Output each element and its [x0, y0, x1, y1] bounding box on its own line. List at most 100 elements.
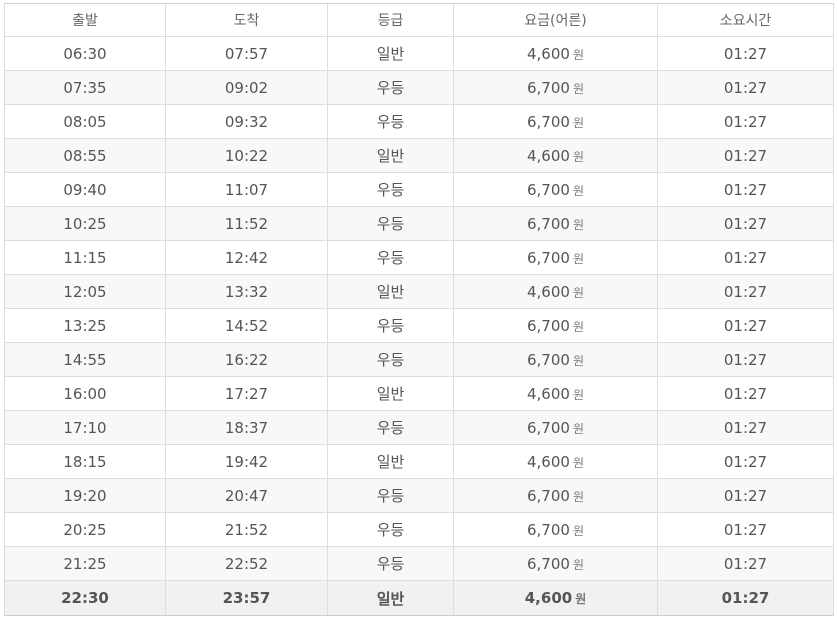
depart-time: 18:15 [4, 444, 166, 479]
depart-time: 21:25 [4, 546, 166, 581]
fare-amount: 4,600 [527, 282, 570, 301]
arrive-time: 14:52 [165, 308, 328, 343]
fare-unit: 원 [575, 592, 587, 606]
fare-cell: 6,700 원 [453, 410, 658, 445]
fare-unit: 원 [572, 421, 584, 436]
fare-cell: 4,600 원 [453, 138, 658, 173]
bus-grade: 우등 [327, 410, 454, 445]
depart-time: 13:25 [4, 308, 166, 343]
arrive-time: 22:52 [165, 546, 328, 581]
fare-cell: 6,700 원 [453, 172, 658, 207]
fare-unit: 원 [572, 285, 584, 300]
table-row: 08:05 09:32 우등 6,700 원 01:27 [4, 104, 834, 139]
bus-grade: 우등 [327, 70, 454, 105]
fare-cell: 4,600 원 [453, 444, 658, 479]
fare-unit: 원 [572, 47, 584, 62]
arrive-time: 21:52 [165, 512, 328, 547]
duration-time: 01:27 [657, 240, 834, 275]
fare-unit: 원 [572, 319, 584, 334]
arrive-time: 09:02 [165, 70, 328, 105]
fare-unit: 원 [572, 523, 584, 538]
depart-time: 11:15 [4, 240, 166, 275]
fare-amount: 6,700 [527, 180, 570, 199]
fare-amount: 4,600 [527, 44, 570, 63]
depart-time: 17:10 [4, 410, 166, 445]
table-row: 16:00 17:27 일반 4,600 원 01:27 [4, 376, 834, 411]
duration-time: 01:27 [657, 206, 834, 241]
fare-amount: 6,700 [527, 78, 570, 97]
arrive-time: 18:37 [165, 410, 328, 445]
header-row: 출발 도착 등급 요금(어른) 소요시간 [4, 3, 834, 37]
duration-time: 01:27 [657, 444, 834, 479]
fare-cell: 6,700 원 [453, 342, 658, 377]
table-row: 17:10 18:37 우등 6,700 원 01:27 [4, 410, 834, 445]
header-arrive: 도착 [165, 3, 328, 37]
fare-cell: 6,700 원 [453, 206, 658, 241]
arrive-time: 17:27 [165, 376, 328, 411]
fare-unit: 원 [572, 557, 584, 572]
fare-cell: 6,700 원 [453, 478, 658, 513]
arrive-time: 11:07 [165, 172, 328, 207]
fare-cell: 6,700 원 [453, 512, 658, 547]
depart-time: 08:05 [4, 104, 166, 139]
header-duration: 소요시간 [657, 3, 834, 37]
arrive-time: 20:47 [165, 478, 328, 513]
table-row: 14:55 16:22 우등 6,700 원 01:27 [4, 342, 834, 377]
fare-unit: 원 [572, 115, 584, 130]
fare-unit: 원 [572, 251, 584, 266]
header-grade: 등급 [327, 3, 454, 37]
fare-amount: 4,600 [527, 452, 570, 471]
bus-grade: 우등 [327, 342, 454, 377]
bus-grade: 우등 [327, 104, 454, 139]
duration-time: 01:27 [657, 104, 834, 139]
fare-unit: 원 [572, 149, 584, 164]
arrive-time: 23:57 [165, 580, 328, 616]
duration-time: 01:27 [657, 342, 834, 377]
bus-grade: 일반 [327, 376, 454, 411]
fare-cell: 4,600 원 [453, 580, 658, 616]
depart-time: 10:25 [4, 206, 166, 241]
bus-grade: 우등 [327, 206, 454, 241]
table-row: 11:15 12:42 우등 6,700 원 01:27 [4, 240, 834, 275]
table-row: 13:25 14:52 우등 6,700 원 01:27 [4, 308, 834, 343]
depart-time: 14:55 [4, 342, 166, 377]
timetable-table: 출발 도착 등급 요금(어른) 소요시간 06:30 07:57 일반 4,60… [4, 3, 834, 616]
fare-cell: 6,700 원 [453, 104, 658, 139]
duration-time: 01:27 [657, 172, 834, 207]
table-row: 20:25 21:52 우등 6,700 원 01:27 [4, 512, 834, 547]
bus-grade: 일반 [327, 274, 454, 309]
bus-grade: 우등 [327, 240, 454, 275]
arrive-time: 10:22 [165, 138, 328, 173]
arrive-time: 13:32 [165, 274, 328, 309]
fare-cell: 6,700 원 [453, 546, 658, 581]
depart-time: 07:35 [4, 70, 166, 105]
depart-time: 08:55 [4, 138, 166, 173]
timetable-header: 출발 도착 등급 요금(어른) 소요시간 [4, 3, 834, 37]
fare-amount: 4,600 [527, 384, 570, 403]
fare-cell: 4,600 원 [453, 36, 658, 71]
fare-amount: 6,700 [527, 554, 570, 573]
fare-amount: 6,700 [527, 350, 570, 369]
depart-time: 20:25 [4, 512, 166, 547]
header-fare: 요금(어른) [453, 3, 658, 37]
table-row: 09:40 11:07 우등 6,700 원 01:27 [4, 172, 834, 207]
arrive-time: 07:57 [165, 36, 328, 71]
duration-time: 01:27 [657, 36, 834, 71]
fare-cell: 4,600 원 [453, 274, 658, 309]
timetable-body: 06:30 07:57 일반 4,600 원 01:27 07:35 09:02 … [4, 36, 834, 616]
duration-time: 01:27 [657, 546, 834, 581]
duration-time: 01:27 [657, 70, 834, 105]
duration-time: 01:27 [657, 274, 834, 309]
fare-amount: 6,700 [527, 214, 570, 233]
depart-time: 22:30 [4, 580, 166, 616]
bus-grade: 우등 [327, 172, 454, 207]
fare-amount: 6,700 [527, 248, 570, 267]
table-row: 10:25 11:52 우등 6,700 원 01:27 [4, 206, 834, 241]
table-row: 22:30 23:57 일반 4,600 원 01:27 [4, 580, 834, 616]
arrive-time: 19:42 [165, 444, 328, 479]
depart-time: 16:00 [4, 376, 166, 411]
table-row: 19:20 20:47 우등 6,700 원 01:27 [4, 478, 834, 513]
duration-time: 01:27 [657, 138, 834, 173]
duration-time: 01:27 [657, 308, 834, 343]
fare-amount: 4,600 [524, 589, 573, 607]
